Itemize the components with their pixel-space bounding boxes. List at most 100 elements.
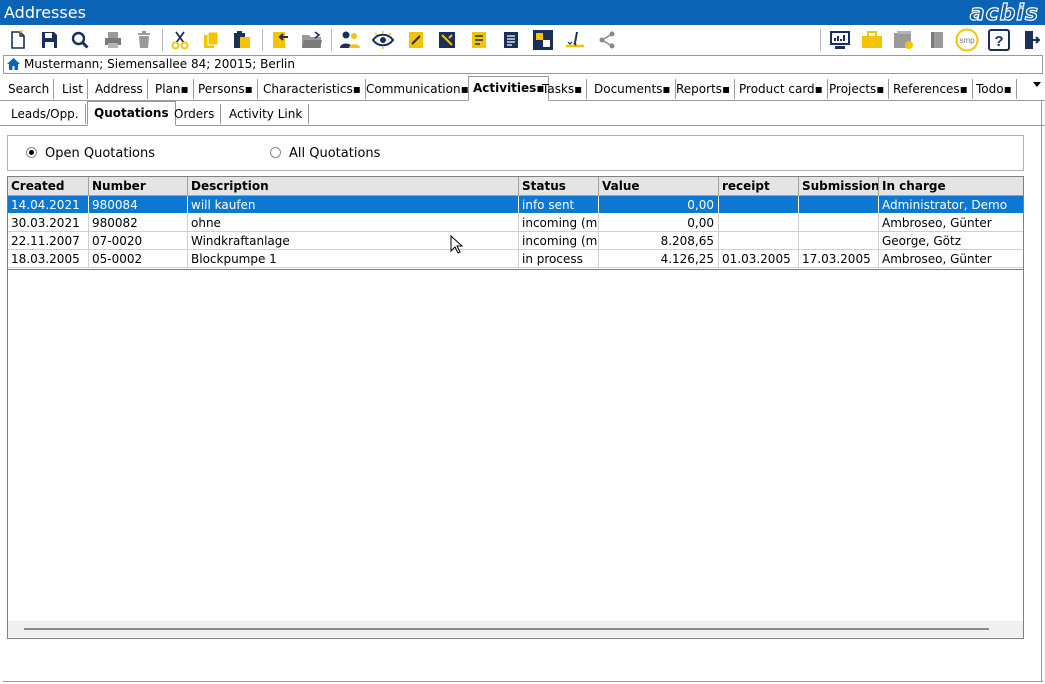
horizontal-scrollbar[interactable] <box>8 621 1023 637</box>
search-icon[interactable] <box>68 28 92 52</box>
quotation-filter-group: Open Quotations All Quotations <box>7 135 1024 171</box>
cell-in-charge: Administrator, Demo <box>879 196 1023 214</box>
tabs-overflow-arrow-icon[interactable] <box>1033 82 1041 87</box>
tab-persons[interactable]: Persons▪ <box>194 79 258 99</box>
column-header-value[interactable]: Value <box>599 177 719 195</box>
tab-documents[interactable]: Documents▪ <box>590 79 676 99</box>
content-bottom-border <box>3 681 1043 682</box>
tab-todo[interactable]: Todo▪ <box>972 79 1017 99</box>
edit-note-icon[interactable] <box>404 28 428 52</box>
tab-characteristics[interactable]: Characteristics▪ <box>259 79 366 99</box>
radio-unchecked-icon <box>270 147 281 158</box>
print-icon[interactable] <box>101 28 125 52</box>
cell-status: incoming (ma <box>519 232 599 250</box>
cell-receipt <box>719 196 799 214</box>
column-header-receipt[interactable]: receipt <box>719 177 799 195</box>
cell-in-charge: George, Götz <box>879 232 1023 250</box>
toolbar-separator <box>262 29 263 51</box>
cell-value: 0,00 <box>599 196 719 214</box>
copy-icon[interactable] <box>199 28 223 52</box>
briefcase-icon[interactable] <box>860 28 884 52</box>
tab-plan[interactable]: Plan▪ <box>151 79 194 99</box>
table-header: Created Number Description Status Value … <box>8 177 1023 196</box>
open-quotations-label: Open Quotations <box>45 146 156 161</box>
help-icon-label: ? <box>994 33 1003 50</box>
table-row[interactable]: 30.03.2021 980082 ohne incoming (ma 0,00… <box>8 214 1023 232</box>
toolbar-separator <box>162 29 163 51</box>
layout-icon[interactable] <box>531 28 555 52</box>
tab-product-card[interactable]: Product card▪ <box>735 79 828 99</box>
tab-search[interactable]: Search <box>4 79 55 99</box>
cell-submission <box>799 232 879 250</box>
paste-icon[interactable] <box>230 28 254 52</box>
persons-icon[interactable] <box>338 28 362 52</box>
radio-checked-icon <box>26 147 37 158</box>
tab-references[interactable]: References▪ <box>889 79 973 99</box>
window-title: Addresses <box>4 3 86 22</box>
column-header-number[interactable]: Number <box>89 177 188 195</box>
address-text: Mustermann; Siemensallee 84; 20015; Berl… <box>24 57 295 71</box>
tab-list[interactable]: List <box>58 79 88 99</box>
tab-communication[interactable]: Communication▪ <box>362 79 474 99</box>
all-quotations-label: All Quotations <box>289 146 381 161</box>
cell-submission <box>799 196 879 214</box>
view-icon[interactable] <box>371 28 395 52</box>
share-icon[interactable] <box>595 28 619 52</box>
card-icon[interactable] <box>467 28 491 52</box>
title-bar: Addresses acbis <box>0 0 1045 27</box>
cell-number: 980082 <box>89 214 188 232</box>
cell-number: 980084 <box>89 196 188 214</box>
cell-status: incoming (ma <box>519 214 599 232</box>
table-row[interactable]: 14.04.2021 980084 will kaufen info sent … <box>8 196 1023 214</box>
tab-orders[interactable]: Orders <box>168 104 222 124</box>
tab-projects[interactable]: Projects▪ <box>825 79 890 99</box>
cell-created: 18.03.2005 <box>8 250 89 268</box>
table-row[interactable]: 18.03.2005 05-0002 Blockpumpe 1 in proce… <box>8 250 1023 268</box>
cell-submission <box>799 214 879 232</box>
column-header-status[interactable]: Status <box>519 177 599 195</box>
tab-tasks[interactable]: Tasks▪ <box>538 79 588 99</box>
delete-icon[interactable] <box>132 28 156 52</box>
cell-receipt <box>719 232 799 250</box>
book-icon[interactable] <box>925 28 949 52</box>
column-header-created[interactable]: Created <box>8 177 89 195</box>
cell-description: ohne <box>188 214 519 232</box>
cell-status: info sent <box>519 196 599 214</box>
sign-icon[interactable] <box>563 28 587 52</box>
import-icon[interactable] <box>268 28 292 52</box>
cell-in-charge: Ambroseo, Günter <box>879 214 1023 232</box>
cell-number: 05-0002 <box>89 250 188 268</box>
scrollbar-thumb[interactable] <box>24 628 989 630</box>
table-row[interactable]: 22.11.2007 07-0020 Windkraftanlage incom… <box>8 232 1023 250</box>
address-bar[interactable]: Mustermann; Siemensallee 84; 20015; Berl… <box>3 55 1043 74</box>
smp-icon[interactable]: smp <box>955 28 979 52</box>
cell-receipt <box>719 214 799 232</box>
cell-value: 0,00 <box>599 214 719 232</box>
content-right-border <box>1041 100 1042 682</box>
toolbar-separator <box>820 29 821 51</box>
monitor-chart-icon[interactable] <box>828 28 852 52</box>
new-document-icon[interactable] <box>6 28 30 52</box>
tab-quotations[interactable]: Quotations <box>87 101 176 126</box>
list-document-icon[interactable] <box>499 28 523 52</box>
column-header-submission[interactable]: Submission <box>799 177 879 195</box>
cell-description: will kaufen <box>188 196 519 214</box>
folder-badge-icon[interactable] <box>892 28 916 52</box>
tab-address[interactable]: Address <box>91 79 148 99</box>
exit-icon[interactable] <box>1019 28 1043 52</box>
smp-icon-label: smp <box>959 36 975 45</box>
sub-tab-bar: Leads/Opp. Quotations Orders Activity Li… <box>0 101 1045 126</box>
column-header-in-charge[interactable]: In charge <box>879 177 1023 195</box>
cut-icon[interactable] <box>168 28 192 52</box>
tab-activity-link[interactable]: Activity Link <box>223 104 310 124</box>
tools-icon[interactable] <box>435 28 459 52</box>
acbis-logo: acbis <box>969 0 1039 26</box>
tab-reports[interactable]: Reports▪ <box>672 79 736 99</box>
column-header-description[interactable]: Description <box>188 177 519 195</box>
cell-value: 4.126,25 <box>599 250 719 268</box>
tab-leads-opp[interactable]: Leads/Opp. <box>5 104 86 124</box>
mouse-cursor-icon <box>450 235 464 254</box>
help-icon[interactable]: ? <box>987 28 1011 52</box>
open-folder-icon[interactable] <box>300 28 324 52</box>
save-icon[interactable] <box>37 28 61 52</box>
